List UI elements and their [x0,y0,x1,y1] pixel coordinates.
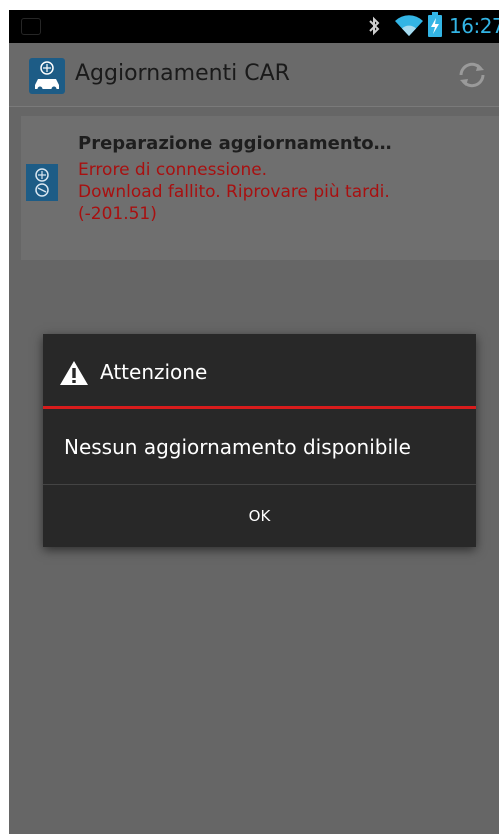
action-bar: Aggiornamenti CAR [9,43,499,107]
notification-icon [21,18,41,35]
car-update-app-icon [29,58,65,94]
status-bar: 16:27 [9,10,499,43]
dialog-title-divider [43,406,476,409]
dialog-message: Nessun aggiornamento disponibile [64,435,411,459]
update-status-title: Preparazione aggiornamento… [78,133,392,154]
battery-charging-icon [428,12,442,37]
error-code: (-201.51) [78,204,157,224]
alert-dialog: Attenzione Nessun aggiornamento disponib… [43,334,476,547]
app-title: Aggiornamenti CAR [75,61,290,86]
screen: 16:27 Aggiornamenti CAR Preparazione agg… [9,10,499,834]
warning-icon [60,361,88,385]
sync-icon[interactable] [455,61,489,89]
error-line: Download fallito. Riprovare più tardi. [78,182,390,202]
error-line: Errore di connessione. [78,160,268,180]
status-time: 16:27 [449,14,499,38]
car-update-icon [26,164,58,201]
dialog-title: Attenzione [100,360,208,384]
wifi-icon [395,15,423,37]
ok-button[interactable]: OK [43,485,476,547]
update-status-card: Preparazione aggiornamento… Errore di co… [21,116,499,260]
bluetooth-icon [369,16,380,36]
